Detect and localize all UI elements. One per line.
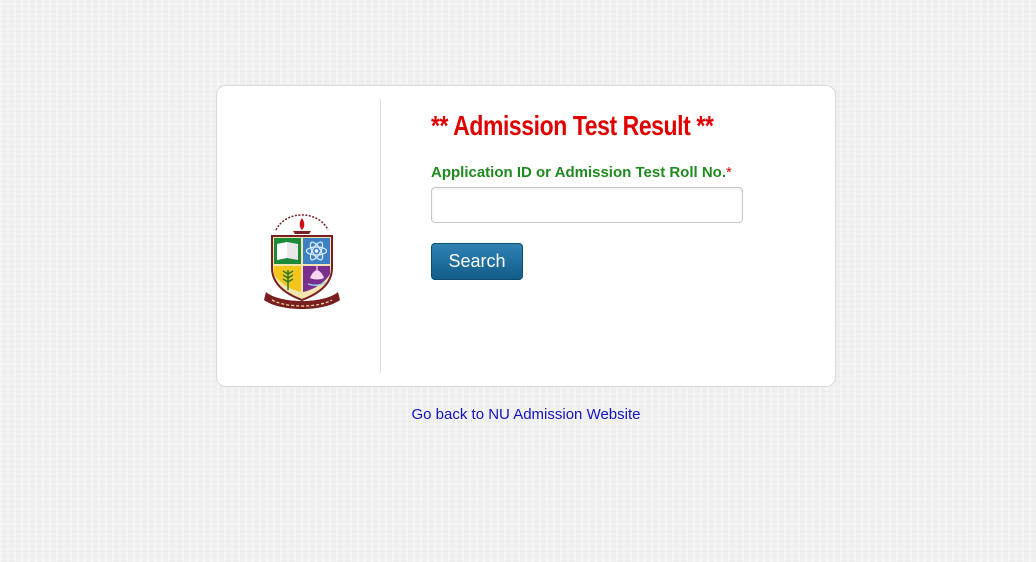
roll-number-input[interactable] bbox=[431, 187, 743, 223]
roll-field-label: Application ID or Admission Test Roll No… bbox=[431, 164, 775, 182]
result-form: ** Admission Test Result ** Application … bbox=[431, 108, 775, 280]
result-card: ** Admission Test Result ** Application … bbox=[216, 85, 836, 387]
back-to-admission-link[interactable]: Go back to NU Admission Website bbox=[0, 406, 1036, 423]
search-button[interactable]: Search bbox=[431, 243, 523, 280]
roll-field-label-text: Application ID or Admission Test Roll No… bbox=[431, 164, 727, 181]
page-title: ** Admission Test Result ** bbox=[431, 110, 714, 141]
column-divider bbox=[380, 99, 381, 373]
university-logo-icon bbox=[264, 214, 340, 309]
required-marker: * bbox=[726, 164, 732, 181]
logo-column bbox=[217, 86, 381, 386]
